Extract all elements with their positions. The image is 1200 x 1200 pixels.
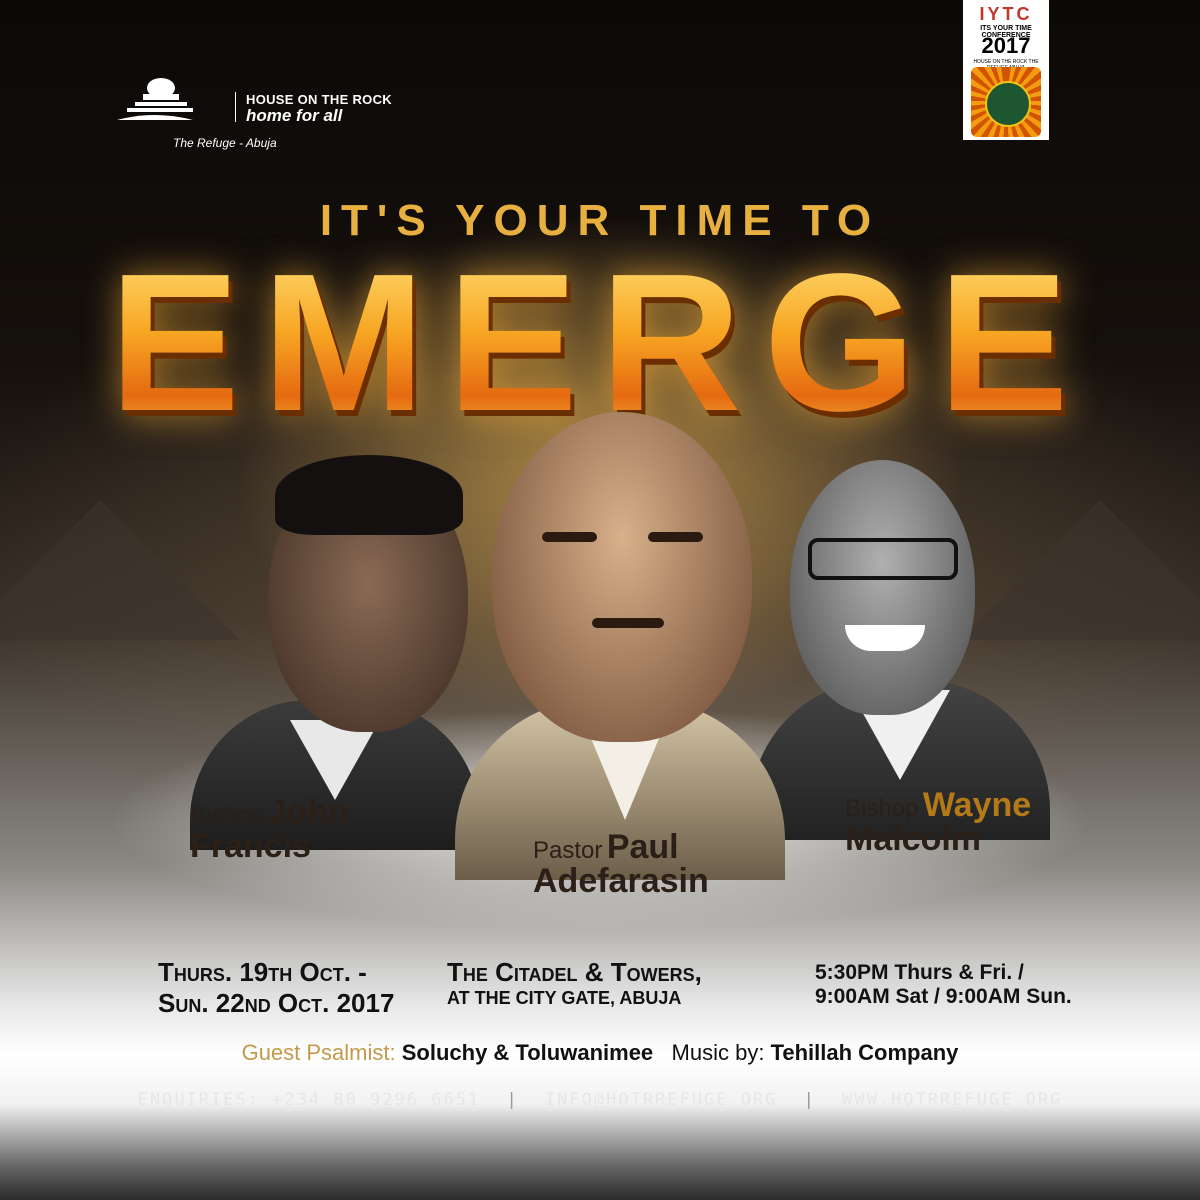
speaker-first-name: Wayne bbox=[922, 786, 1032, 824]
psalmist-names: Soluchy & Toluwanimee bbox=[401, 1040, 654, 1065]
speaker-last-name: Francis bbox=[190, 827, 311, 865]
branch-name: The Refuge - Abuja bbox=[173, 136, 277, 150]
org-slogan: home for all bbox=[246, 106, 343, 125]
music-group: Tehillah Company bbox=[770, 1040, 959, 1065]
logo-divider bbox=[235, 92, 236, 122]
speaker-title: Bishop bbox=[190, 802, 264, 829]
divider: | bbox=[506, 1090, 519, 1110]
dome-icon bbox=[117, 78, 193, 120]
event-venue: The Citadel & Towers, AT THE CITY GATE, … bbox=[447, 957, 702, 1009]
psalmist-label: Guest Psalmist: bbox=[241, 1040, 396, 1065]
music-label: Music by: bbox=[671, 1040, 765, 1065]
speaker-name-3: Bishop Wayne Malcolm bbox=[845, 788, 1031, 856]
contact-email[interactable]: INFO@HOTRREFUGE.ORG bbox=[545, 1090, 777, 1110]
venue-location: AT THE CITY GATE, ABUJA bbox=[447, 988, 682, 1008]
mountain-left bbox=[0, 500, 240, 640]
speaker-first-name: John bbox=[267, 793, 350, 831]
speaker-title: Bishop bbox=[845, 795, 919, 822]
mountain-right bbox=[960, 500, 1200, 640]
speaker-first-name: Paul bbox=[606, 828, 679, 866]
badge-year: 2017 bbox=[981, 33, 1031, 58]
conference-badge: IYTC ITS YOUR TIME CONFERENCE 2017 HOUSE… bbox=[963, 0, 1049, 140]
speaker-name-2: Pastor Paul Adefarasin bbox=[533, 830, 709, 898]
speaker-last-name: Adefarasin bbox=[533, 862, 709, 900]
contact-line: ENQUIRIES: +234 80 9296 6651 | INFO@HOTR… bbox=[0, 1090, 1200, 1110]
badge-acronym: IYTC bbox=[979, 4, 1033, 24]
org-name: HOUSE ON THE ROCK bbox=[246, 92, 392, 107]
date-end: Sun. 22nd Oct. 2017 bbox=[158, 988, 395, 1018]
church-logo: HOUSE ON THE ROCK home for all The Refug… bbox=[117, 76, 407, 156]
time-weekend: 9:00AM Sat / 9:00AM Sun. bbox=[815, 985, 1072, 1008]
speaker-title: Pastor bbox=[533, 837, 603, 864]
contact-phone: ENQUIRIES: +234 80 9296 6651 bbox=[137, 1090, 481, 1110]
credits-line: Guest Psalmist: Soluchy & Toluwanimee Mu… bbox=[0, 1040, 1200, 1066]
date-start: Thurs. 19th Oct. - bbox=[158, 957, 367, 987]
seal-icon bbox=[985, 81, 1031, 127]
speaker-last-name: Malcolm bbox=[845, 820, 982, 858]
venue-name: The Citadel & Towers, bbox=[447, 957, 702, 987]
time-weekday: 5:30PM Thurs & Fri. / bbox=[815, 961, 1024, 984]
event-times: 5:30PM Thurs & Fri. / 9:00AM Sat / 9:00A… bbox=[815, 961, 1072, 1009]
divider: | bbox=[803, 1090, 816, 1110]
contact-website[interactable]: WWW.HOTRREFUGE.ORG bbox=[842, 1090, 1062, 1110]
speaker-name-1: Bishop John Francis bbox=[190, 795, 349, 863]
event-dates: Thurs. 19th Oct. - Sun. 22nd Oct. 2017 bbox=[158, 957, 394, 1019]
glasses-icon bbox=[808, 538, 958, 580]
